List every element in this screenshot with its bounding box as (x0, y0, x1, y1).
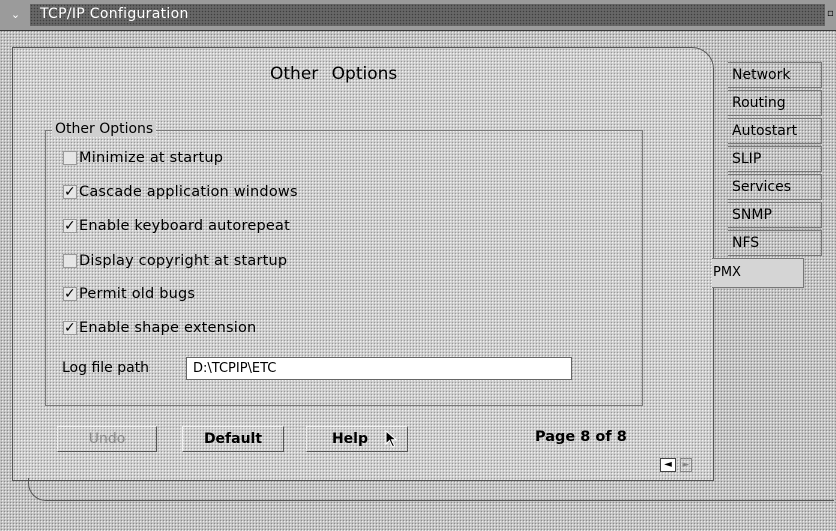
title-area: TCP/IP Configuration (30, 4, 825, 26)
option-enable-keyboard-autorepeat[interactable]: ✓ Enable keyboard autorepeat (63, 216, 290, 236)
option-label: Permit old bugs (79, 286, 196, 302)
option-label: Cascade application windows (79, 184, 298, 200)
next-page-icon[interactable]: ► (680, 458, 692, 472)
tab-routing[interactable]: Routing (728, 90, 822, 116)
tcpip-configuration-window: ⌄ TCP/IP Configuration ▫ Other Options O… (0, 0, 836, 531)
tab-network[interactable]: Network (728, 62, 822, 88)
restore-icon[interactable]: ▫ (827, 8, 836, 20)
option-label: Enable shape extension (79, 320, 257, 336)
checkbox[interactable]: ✓ (63, 219, 77, 233)
tab-pmx[interactable]: PMX (712, 258, 804, 288)
group-label: Other Options (52, 121, 157, 137)
title-bar[interactable]: ⌄ TCP/IP Configuration ▫ (0, 0, 836, 31)
tab-services[interactable]: Services (728, 174, 822, 200)
option-minimize-at-startup[interactable]: Minimize at startup (63, 148, 223, 168)
page-indicator: Page 8 of 8 (535, 429, 627, 445)
checkbox[interactable]: ✓ (63, 287, 77, 301)
option-label: Minimize at startup (79, 150, 224, 166)
option-label: Enable keyboard autorepeat (79, 218, 290, 234)
checkbox[interactable] (63, 254, 77, 268)
default-button[interactable]: Default (182, 426, 284, 452)
tab-autostart[interactable]: Autostart (728, 118, 822, 144)
notebook-edge (28, 478, 834, 501)
window-title: TCP/IP Configuration (40, 6, 189, 22)
undo-button[interactable]: Undo (57, 426, 157, 452)
checkbox[interactable] (63, 151, 77, 165)
help-button-label: Help (331, 431, 369, 447)
log-file-path-label: Log file path (62, 360, 150, 376)
tab-slip[interactable]: SLIP (728, 146, 822, 172)
option-permit-old-bugs[interactable]: ✓ Permit old bugs (63, 284, 195, 304)
option-display-copyright-at-startup[interactable]: Display copyright at startup (63, 251, 287, 271)
option-label: Display copyright at startup (79, 253, 288, 269)
tab-snmp[interactable]: SNMP (728, 202, 822, 228)
log-file-path-input[interactable] (186, 357, 572, 380)
checkbox[interactable]: ✓ (63, 321, 77, 335)
system-menu-icon[interactable]: ⌄ (8, 8, 23, 21)
tab-nfs[interactable]: NFS (728, 230, 822, 256)
checkbox[interactable]: ✓ (63, 185, 77, 199)
option-cascade-application-windows[interactable]: ✓ Cascade application windows (63, 182, 298, 202)
mouse-pointer-icon (385, 430, 398, 448)
page-title: Other Options (270, 64, 398, 84)
previous-page-icon[interactable]: ◄ (660, 458, 676, 472)
option-enable-shape-extension[interactable]: ✓ Enable shape extension (63, 318, 256, 338)
